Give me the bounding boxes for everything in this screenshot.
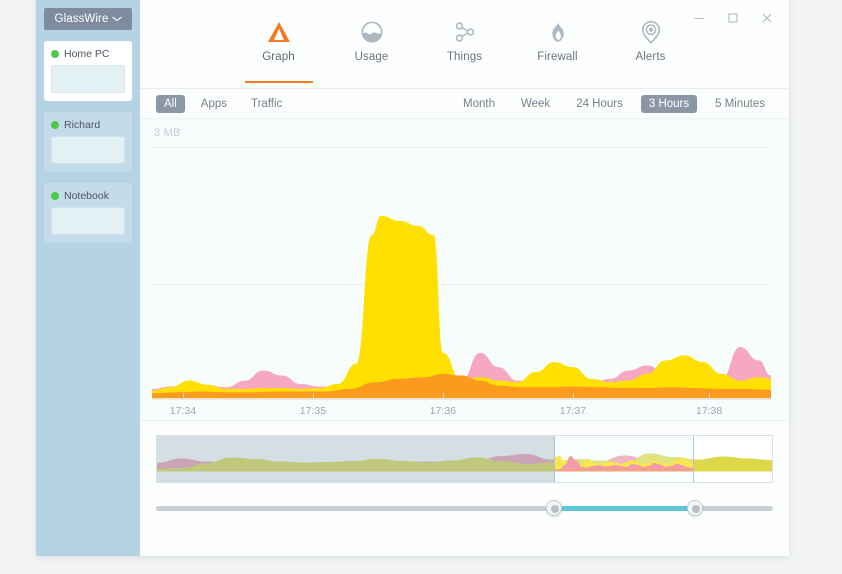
range-24-hours[interactable]: 24 Hours xyxy=(568,95,631,113)
sidebar: GlassWire Home PC Richard Notebook xyxy=(36,0,140,556)
tab-label: Alerts xyxy=(635,51,666,63)
things-nodes-icon xyxy=(452,18,478,45)
tab-alerts[interactable]: Alerts xyxy=(618,18,684,83)
view-filters: All Apps Traffic xyxy=(156,94,298,113)
x-tick-label: 17:36 xyxy=(429,405,457,417)
range-week[interactable]: Week xyxy=(513,95,558,113)
close-button[interactable] xyxy=(753,6,781,30)
device-mini-graph[interactable] xyxy=(51,136,125,164)
device-card-richard[interactable]: Richard xyxy=(44,112,132,172)
tab-label: Things xyxy=(446,51,483,63)
x-tick xyxy=(442,393,444,399)
device-card-notebook[interactable]: Notebook xyxy=(44,183,132,243)
x-tick-label: 17:35 xyxy=(299,405,327,417)
chart-svg xyxy=(152,215,771,400)
graph-mountain-icon xyxy=(266,18,292,45)
status-dot-icon xyxy=(51,121,59,129)
range-month[interactable]: Month xyxy=(455,95,503,113)
title-bar: Graph Usage Things Firewall Alerts xyxy=(140,0,789,89)
x-axis-line xyxy=(152,398,771,399)
minimize-button[interactable] xyxy=(685,6,713,30)
device-name: Home PC xyxy=(64,48,110,60)
range-5-minutes[interactable]: 5 Minutes xyxy=(707,95,773,113)
glasswire-window: GlassWire Home PC Richard Notebook Graph… xyxy=(36,0,789,556)
timeline-scrubber xyxy=(140,421,789,556)
window-controls xyxy=(685,6,781,30)
slider-selected-range[interactable] xyxy=(553,506,695,511)
tab-label: Usage xyxy=(354,51,389,63)
device-mini-graph[interactable] xyxy=(51,65,125,93)
time-range-filters: Month Week 24 Hours 3 Hours 5 Minutes xyxy=(445,94,773,113)
brand-dropdown[interactable]: GlassWire xyxy=(44,8,132,30)
tab-usage[interactable]: Usage xyxy=(339,18,405,83)
firewall-flame-icon xyxy=(545,18,571,45)
filter-bar: All Apps Traffic Month Week 24 Hours 3 H… xyxy=(140,89,789,119)
yellow-traffic xyxy=(152,215,771,400)
tab-graph[interactable]: Graph xyxy=(244,18,313,83)
alerts-pin-icon xyxy=(638,18,664,45)
chevron-down-icon xyxy=(112,15,123,24)
device-header: Notebook xyxy=(51,190,125,202)
x-tick xyxy=(312,393,314,399)
filter-all[interactable]: All xyxy=(156,94,185,113)
x-tick-label: 17:37 xyxy=(559,405,587,417)
x-tick xyxy=(182,393,184,399)
brand-label: GlassWire xyxy=(54,13,109,25)
device-header: Richard xyxy=(51,119,125,131)
network-graph[interactable]: 3 MB 17:34 17:35 17:36 17:37 17:38 xyxy=(140,119,789,421)
filter-traffic[interactable]: Traffic xyxy=(243,95,290,113)
slider-handle-left[interactable] xyxy=(545,500,562,516)
status-dot-icon xyxy=(51,192,59,200)
usage-circle-icon xyxy=(359,18,385,45)
timeline-overview[interactable] xyxy=(156,435,773,483)
x-tick xyxy=(572,393,574,399)
maximize-button[interactable] xyxy=(719,6,747,30)
slider-handle-right[interactable] xyxy=(686,500,703,516)
device-mini-graph[interactable] xyxy=(51,207,125,235)
range-3-hours[interactable]: 3 Hours xyxy=(640,94,698,113)
status-dot-icon xyxy=(51,50,59,58)
device-card-home-pc[interactable]: Home PC xyxy=(44,41,132,101)
filter-apps[interactable]: Apps xyxy=(193,95,235,113)
x-tick-label: 17:38 xyxy=(695,405,723,417)
x-tick xyxy=(709,393,711,399)
device-name: Richard xyxy=(64,119,101,131)
range-slider[interactable] xyxy=(156,500,773,516)
device-list: Home PC Richard Notebook xyxy=(44,41,132,243)
device-name: Notebook xyxy=(64,190,109,202)
tab-label: Graph xyxy=(262,51,295,63)
tab-label: Firewall xyxy=(537,51,578,63)
overview-selection-window[interactable] xyxy=(553,436,694,482)
tab-things[interactable]: Things xyxy=(432,18,498,83)
main-panel: Graph Usage Things Firewall Alerts All A… xyxy=(140,0,789,556)
x-tick-label: 17:34 xyxy=(169,405,197,417)
tab-firewall[interactable]: Firewall xyxy=(525,18,591,83)
device-header: Home PC xyxy=(51,48,125,60)
